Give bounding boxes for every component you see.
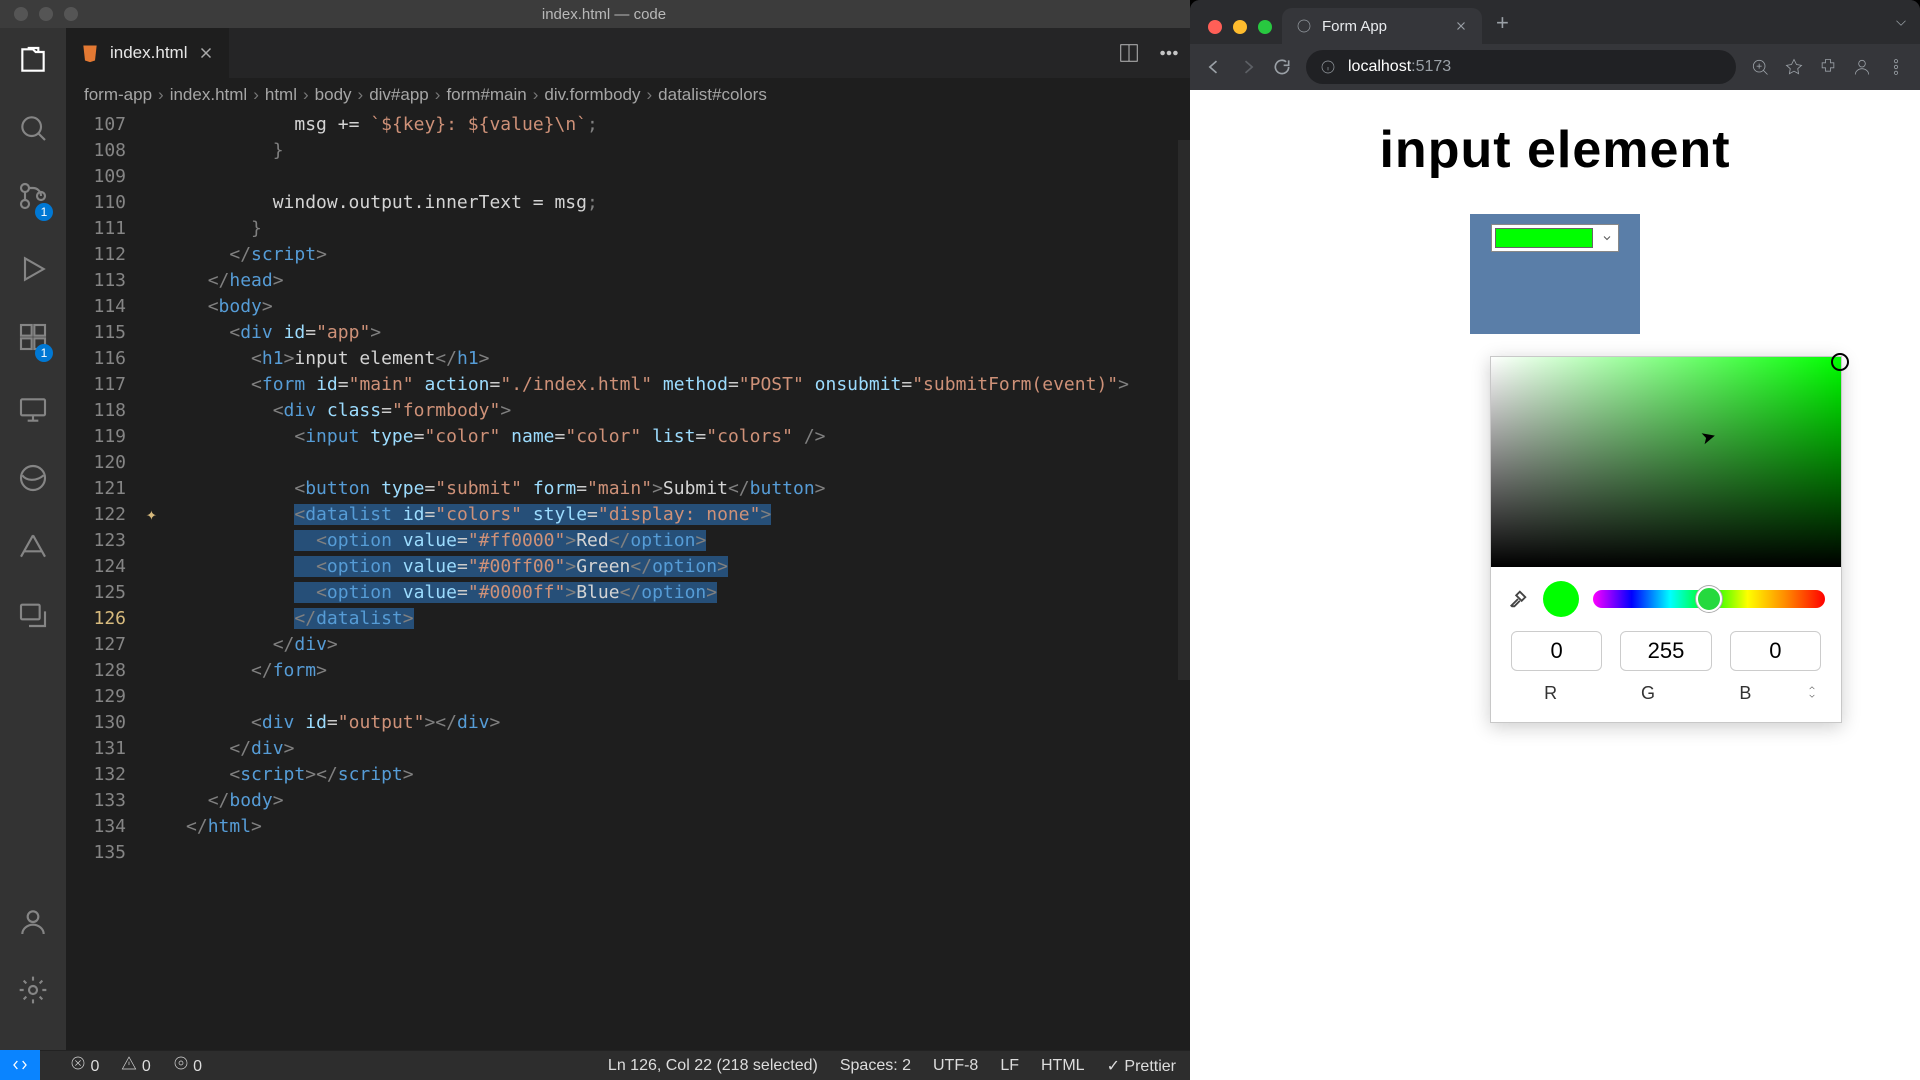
extensions-puzzle-icon[interactable] bbox=[1818, 57, 1838, 77]
ext-badge: 1 bbox=[35, 344, 53, 362]
tab-overflow-icon[interactable] bbox=[1892, 14, 1910, 32]
remote-explorer-icon[interactable] bbox=[17, 394, 49, 426]
window-title: index.html — code bbox=[18, 6, 1190, 23]
url-port: :5173 bbox=[1411, 58, 1451, 75]
code-editor[interactable]: 1071081091101111121131141151161171181191… bbox=[66, 112, 1190, 1050]
color-format-toggle-icon[interactable] bbox=[1803, 683, 1821, 706]
hue-slider[interactable] bbox=[1593, 590, 1825, 608]
tab-close-icon[interactable] bbox=[197, 44, 215, 62]
live-share-icon[interactable] bbox=[17, 598, 49, 630]
zoom-indicator-icon[interactable] bbox=[1750, 57, 1770, 77]
minimap[interactable] bbox=[1178, 140, 1190, 680]
current-color-preview bbox=[1543, 581, 1579, 617]
status-warnings[interactable]: 0 bbox=[121, 1055, 150, 1076]
code-content[interactable]: msg += `${key}: ${value}\n`; } window.ou… bbox=[186, 112, 1129, 1050]
html-file-icon bbox=[80, 43, 100, 63]
search-icon[interactable] bbox=[17, 112, 49, 144]
browser-tab[interactable]: Form App bbox=[1282, 8, 1482, 44]
browser-toolbar: localhost:5173 bbox=[1190, 44, 1920, 90]
r-label: R bbox=[1511, 683, 1590, 706]
run-debug-icon[interactable] bbox=[17, 253, 49, 285]
scm-badge: 1 bbox=[35, 203, 53, 221]
remote-indicator[interactable] bbox=[0, 1050, 40, 1080]
split-editor-icon[interactable] bbox=[1118, 42, 1140, 64]
page-heading: input element bbox=[1220, 120, 1890, 180]
forward-icon[interactable] bbox=[1238, 57, 1258, 77]
color-input[interactable] bbox=[1491, 224, 1619, 252]
explorer-icon[interactable] bbox=[17, 44, 49, 76]
hue-handle[interactable] bbox=[1696, 586, 1722, 612]
breadcrumbs[interactable]: form-app›index.html›html›body›div#app›fo… bbox=[66, 78, 1190, 112]
back-icon[interactable] bbox=[1204, 57, 1224, 77]
status-eol[interactable]: LF bbox=[1000, 1057, 1019, 1075]
page-favicon-icon bbox=[1296, 18, 1312, 34]
chevron-down-icon[interactable] bbox=[1599, 232, 1615, 244]
settings-gear-icon[interactable] bbox=[17, 974, 49, 1006]
breadcrumb-item[interactable]: index.html bbox=[170, 85, 247, 105]
url-host: localhost bbox=[1348, 58, 1411, 75]
tab-close-icon[interactable] bbox=[1454, 19, 1468, 33]
color-swatch bbox=[1495, 228, 1593, 248]
status-bar: 0 0 0 Ln 126, Col 22 (218 selected) Spac… bbox=[0, 1050, 1190, 1080]
new-tab-button[interactable]: + bbox=[1482, 10, 1523, 44]
scm-icon-wrap[interactable]: 1 bbox=[17, 180, 49, 217]
extensions-icon-wrap[interactable]: 1 bbox=[17, 321, 49, 358]
g-input[interactable] bbox=[1620, 631, 1711, 671]
traffic-max-icon[interactable] bbox=[1258, 20, 1272, 34]
color-input-wrapper bbox=[1470, 214, 1640, 334]
account-icon[interactable] bbox=[17, 906, 49, 938]
kebab-menu-icon[interactable] bbox=[1886, 57, 1906, 77]
tab-label: index.html bbox=[110, 43, 187, 63]
editor-area: index.html form-app›index.html›html›body… bbox=[66, 28, 1190, 1050]
breadcrumb-item[interactable]: form#main bbox=[446, 85, 526, 105]
browser-tabbar: Form App + bbox=[1190, 0, 1920, 44]
status-language[interactable]: HTML bbox=[1041, 1057, 1085, 1075]
editor-tabbar: index.html bbox=[66, 28, 1190, 78]
b-label: B bbox=[1706, 683, 1785, 706]
saturation-value-area[interactable]: ➤ bbox=[1491, 357, 1841, 567]
breadcrumb-item[interactable]: div.formbody bbox=[544, 85, 640, 105]
browser-window: Form App + localhost:5173 input element bbox=[1190, 0, 1920, 1080]
bookmark-star-icon[interactable] bbox=[1784, 57, 1804, 77]
breadcrumb-item[interactable]: datalist#colors bbox=[658, 85, 767, 105]
vscode-titlebar: index.html — code bbox=[0, 0, 1190, 28]
status-indent[interactable]: Spaces: 2 bbox=[840, 1057, 911, 1075]
breadcrumb-item[interactable]: div#app bbox=[369, 85, 429, 105]
status-encoding[interactable]: UTF-8 bbox=[933, 1057, 978, 1075]
glyph-margin: ✦ bbox=[146, 112, 186, 1050]
status-errors[interactable]: 0 bbox=[70, 1055, 99, 1076]
breadcrumb-item[interactable]: html bbox=[265, 85, 297, 105]
breadcrumb-item[interactable]: body bbox=[315, 85, 352, 105]
site-info-icon[interactable] bbox=[1320, 59, 1336, 75]
browser-window-controls[interactable] bbox=[1200, 20, 1282, 44]
tab-index-html[interactable]: index.html bbox=[66, 28, 230, 78]
mouse-cursor-icon: ➤ bbox=[1699, 425, 1719, 449]
status-cursor-pos[interactable]: Ln 126, Col 22 (218 selected) bbox=[608, 1057, 818, 1075]
status-prettier[interactable]: ✓ Prettier bbox=[1107, 1056, 1176, 1076]
testing-icon[interactable] bbox=[17, 530, 49, 562]
edge-tools-icon[interactable] bbox=[17, 462, 49, 494]
line-number-gutter: 1071081091101111121131141151161171181191… bbox=[66, 112, 146, 1050]
b-input[interactable] bbox=[1730, 631, 1821, 671]
status-ports[interactable]: 0 bbox=[173, 1055, 202, 1076]
url-bar[interactable]: localhost:5173 bbox=[1306, 50, 1736, 84]
traffic-close-icon[interactable] bbox=[1208, 20, 1222, 34]
profile-avatar-icon[interactable] bbox=[1852, 57, 1872, 77]
breadcrumb-item[interactable]: form-app bbox=[84, 85, 152, 105]
eyedropper-icon[interactable] bbox=[1507, 588, 1529, 610]
r-input[interactable] bbox=[1511, 631, 1602, 671]
traffic-min-icon[interactable] bbox=[1233, 20, 1247, 34]
more-actions-icon[interactable] bbox=[1158, 42, 1180, 64]
g-label: G bbox=[1608, 683, 1687, 706]
vscode-window: index.html — code 1 1 bbox=[0, 0, 1190, 1080]
page-content: input element ➤ bbox=[1190, 90, 1920, 1080]
browser-tab-title: Form App bbox=[1322, 18, 1387, 35]
sv-handle[interactable] bbox=[1831, 353, 1849, 371]
reload-icon[interactable] bbox=[1272, 57, 1292, 77]
color-picker-popup: ➤ R G B bbox=[1490, 356, 1842, 723]
activity-bar: 1 1 bbox=[0, 28, 66, 1050]
